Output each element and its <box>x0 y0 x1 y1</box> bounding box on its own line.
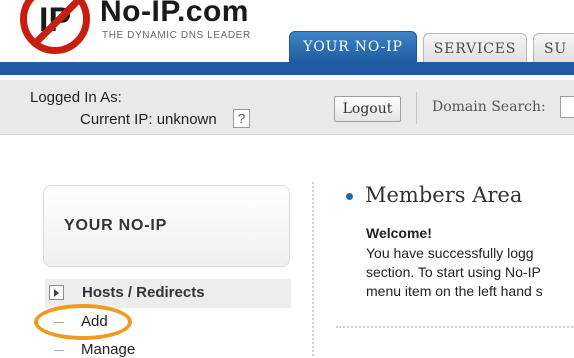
logged-in-label: Logged In As: <box>30 89 122 106</box>
sidebar-item-label: Manage <box>81 341 136 358</box>
domain-search-input[interactable] <box>560 96 574 118</box>
expand-arrow-icon[interactable] <box>49 285 64 300</box>
brand-name[interactable]: No-IP.com <box>100 0 249 29</box>
help-icon[interactable]: ? <box>233 109 250 128</box>
sidebar-section-label: Hosts / Redirects <box>82 284 205 301</box>
welcome-text-line: menu item on the left hand s <box>366 283 543 299</box>
divider <box>416 92 417 124</box>
tab-support[interactable]: SU <box>533 33 574 63</box>
panel-title: YOUR NO-IP <box>64 217 168 234</box>
dash-icon <box>54 349 64 351</box>
page-title: Members Area <box>365 183 523 207</box>
welcome-heading: Welcome! <box>366 225 432 241</box>
brand-tagline: THE DYNAMIC DNS LEADER <box>102 30 251 41</box>
welcome-text-line: You have successfully logg <box>366 245 534 261</box>
tab-your-no-ip[interactable]: YOUR NO-IP <box>289 31 417 63</box>
tab-services[interactable]: SERVICES <box>423 33 527 63</box>
no-ip-logo[interactable]: IP <box>20 0 90 54</box>
site-header: IP No-IP.com THE DYNAMIC DNS LEADER YOUR… <box>0 0 574 80</box>
sidebar-item-manage[interactable]: Manage <box>54 341 135 358</box>
column-divider <box>312 182 314 356</box>
domain-search-label: Domain Search: <box>432 99 546 115</box>
highlight-circle <box>34 304 132 340</box>
welcome-text-line: section. To start using No-IP <box>366 264 541 280</box>
tab-bar <box>0 62 574 75</box>
account-bar: Logged In As: Current IP: unknown ? Logo… <box>0 80 574 135</box>
your-no-ip-panel: YOUR NO-IP <box>43 185 290 267</box>
content-divider <box>336 326 574 328</box>
bullet-icon <box>346 193 353 200</box>
logout-button[interactable]: Logout <box>334 96 401 122</box>
current-ip-label: Current IP: unknown <box>80 111 217 128</box>
